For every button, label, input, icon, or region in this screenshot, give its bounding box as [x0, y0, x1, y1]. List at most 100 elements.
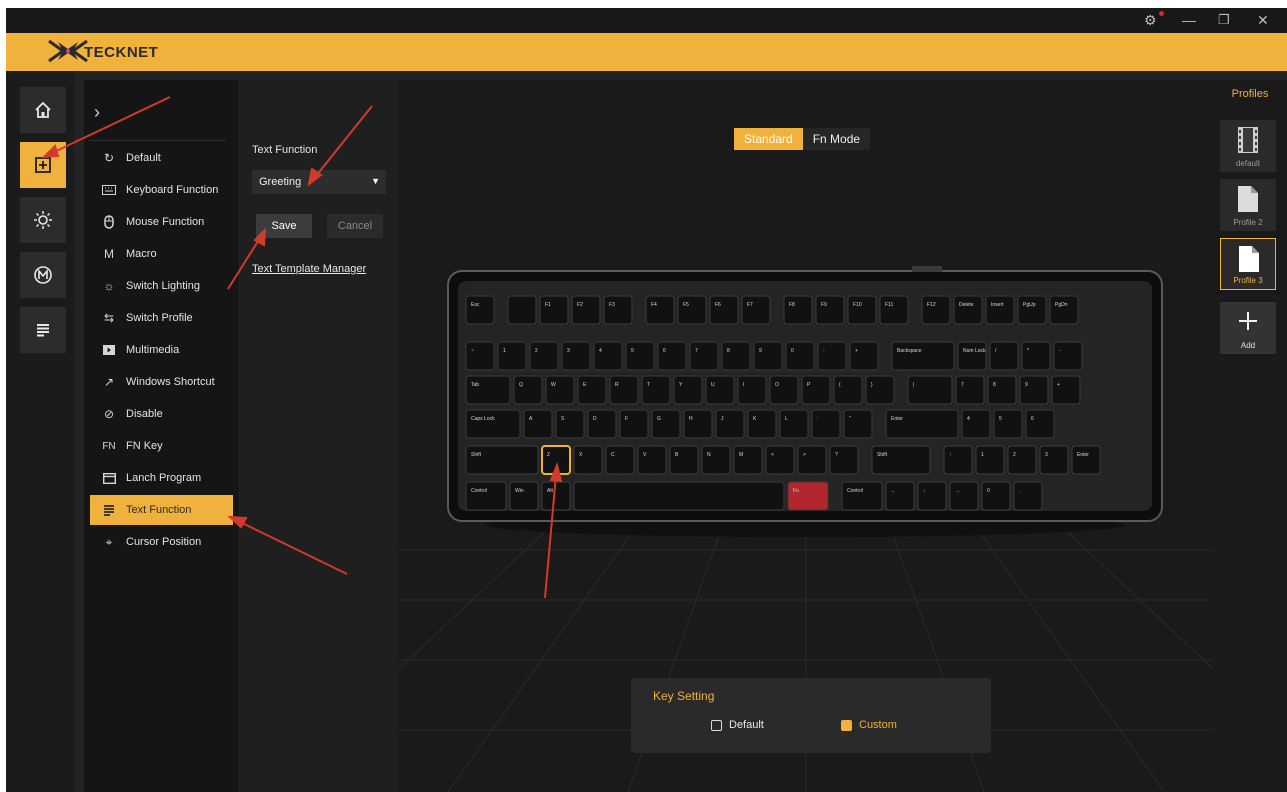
keyboard-key[interactable]: [625, 341, 655, 371]
keyboard-key[interactable]: [885, 481, 915, 511]
settings-icon[interactable]: ⚙: [1144, 11, 1157, 29]
keyboard-key[interactable]: [545, 375, 575, 405]
keyboard-key[interactable]: [833, 375, 863, 405]
keyboard-key[interactable]: [987, 375, 1017, 405]
keyboard-key[interactable]: [783, 295, 813, 325]
keyboard-key[interactable]: [847, 295, 877, 325]
func-switch-profile[interactable]: ⇆ Switch Profile: [90, 303, 233, 333]
keyboard-key[interactable]: [641, 375, 671, 405]
keyboard-key[interactable]: [989, 341, 1019, 371]
func-cursor-position[interactable]: ⌖ Cursor Position: [90, 527, 233, 557]
keyboard-visual[interactable]: Esc F1 F2 F3 F4 F5 F6 F7 F8 F9 F10 F11 F12 Delete Inse…: [444, 263, 1166, 538]
keyboard-key[interactable]: [701, 445, 731, 475]
keyboard-key[interactable]: [509, 481, 539, 511]
keyboard-key[interactable]: [1025, 409, 1055, 439]
keyboard-key[interactable]: [769, 375, 799, 405]
keyboard-key[interactable]: [843, 409, 873, 439]
func-default[interactable]: ↻ Default: [90, 143, 233, 173]
keyboard-key[interactable]: [747, 409, 777, 439]
keyboard-key[interactable]: [683, 409, 713, 439]
minimize-icon[interactable]: —: [1182, 11, 1196, 29]
keyboard-key[interactable]: [619, 409, 649, 439]
keyboard-key[interactable]: [1039, 445, 1069, 475]
keyboard-key[interactable]: [985, 295, 1015, 325]
nav-macro-button[interactable]: [20, 252, 66, 298]
profile-card-2[interactable]: Profile 2: [1220, 179, 1276, 231]
keyboard-key[interactable]: [779, 409, 809, 439]
keyboard-key[interactable]: [529, 341, 559, 371]
keyboard-key[interactable]: [733, 445, 763, 475]
keyboard-key[interactable]: [721, 341, 751, 371]
keyboard-key[interactable]: [993, 409, 1023, 439]
cancel-button[interactable]: Cancel: [327, 214, 383, 238]
text-template-dropdown[interactable]: Greeting ▼: [252, 170, 386, 194]
keyboard-key[interactable]: [541, 481, 571, 511]
func-keyboard-function[interactable]: Keyboard Function: [90, 175, 233, 205]
func-switch-lighting[interactable]: ☼ Switch Lighting: [90, 271, 233, 301]
keyboard-key[interactable]: [465, 375, 511, 405]
keyboard-key[interactable]: [465, 409, 521, 439]
keyboard-key[interactable]: [885, 409, 959, 439]
keyboard-key[interactable]: [513, 375, 543, 405]
keyboard-key[interactable]: [465, 481, 507, 511]
func-text-function[interactable]: Text Function: [90, 495, 233, 525]
keyboard-key[interactable]: [1049, 295, 1079, 325]
nav-home-button[interactable]: [20, 87, 66, 133]
func-disable[interactable]: ⊘ Disable: [90, 399, 233, 429]
keyboard-key[interactable]: [753, 341, 783, 371]
keyboard-key[interactable]: [1021, 341, 1051, 371]
expand-chevron-icon[interactable]: ›: [94, 102, 100, 123]
keyboard-key[interactable]: [975, 445, 1005, 475]
func-windows-shortcut[interactable]: ↗ Windows Shortcut: [90, 367, 233, 397]
keyboard-key[interactable]: [961, 409, 991, 439]
keyboard-key[interactable]: [715, 409, 745, 439]
keyboard-key[interactable]: [787, 481, 829, 511]
fn-mode-button[interactable]: Fn Mode: [802, 128, 871, 150]
keyboard-key[interactable]: [817, 341, 847, 371]
keyboard-key[interactable]: [949, 481, 979, 511]
profile-card-default[interactable]: default: [1220, 120, 1276, 172]
restore-icon[interactable]: ❐: [1218, 11, 1230, 29]
keyboard-key[interactable]: [797, 445, 827, 475]
keyboard-key[interactable]: [953, 295, 983, 325]
keyboard-key[interactable]: [609, 375, 639, 405]
keyboard-key[interactable]: [943, 445, 973, 475]
keyboard-key[interactable]: [497, 341, 527, 371]
keyboard-key[interactable]: [465, 445, 539, 475]
keyboard-key[interactable]: [871, 445, 931, 475]
keyboard-key[interactable]: [465, 341, 495, 371]
func-mouse-function[interactable]: Mouse Function: [90, 207, 233, 237]
keyboard-key[interactable]: [811, 409, 841, 439]
keyboard-key[interactable]: [765, 445, 795, 475]
close-icon[interactable]: ✕: [1257, 11, 1269, 29]
nav-list-button[interactable]: [20, 307, 66, 353]
keyboard-key[interactable]: [507, 295, 537, 325]
keyboard-key[interactable]: [737, 375, 767, 405]
keyboard-key[interactable]: [1013, 481, 1043, 511]
func-fn-key[interactable]: FN FN Key: [90, 431, 233, 461]
keyboard-key[interactable]: [651, 409, 681, 439]
keyboard-key[interactable]: [1017, 295, 1047, 325]
keyboard-key[interactable]: [523, 409, 553, 439]
nav-lighting-button[interactable]: [20, 197, 66, 243]
func-multimedia[interactable]: Multimedia: [90, 335, 233, 365]
keyboard-key[interactable]: [955, 375, 985, 405]
keyboard-key[interactable]: [917, 481, 947, 511]
keyboard-key[interactable]: [741, 295, 771, 325]
keyboard-key[interactable]: [801, 375, 831, 405]
keyboard-key[interactable]: [677, 295, 707, 325]
keyboard-key[interactable]: [841, 481, 883, 511]
keyboard-key[interactable]: [561, 341, 591, 371]
keyboard-key[interactable]: [879, 295, 909, 325]
keyboard-key[interactable]: [689, 341, 719, 371]
keyboard-key[interactable]: [705, 375, 735, 405]
keyboard-key[interactable]: [571, 295, 601, 325]
keyboard-key[interactable]: [669, 445, 699, 475]
keyboard-key[interactable]: [849, 341, 879, 371]
add-profile-button[interactable]: Add: [1220, 302, 1276, 354]
keyboard-key[interactable]: [907, 375, 953, 405]
keyboard-key[interactable]: [577, 375, 607, 405]
keyboard-key[interactable]: [637, 445, 667, 475]
keyboard-key[interactable]: [593, 341, 623, 371]
keyboard-key[interactable]: [539, 295, 569, 325]
